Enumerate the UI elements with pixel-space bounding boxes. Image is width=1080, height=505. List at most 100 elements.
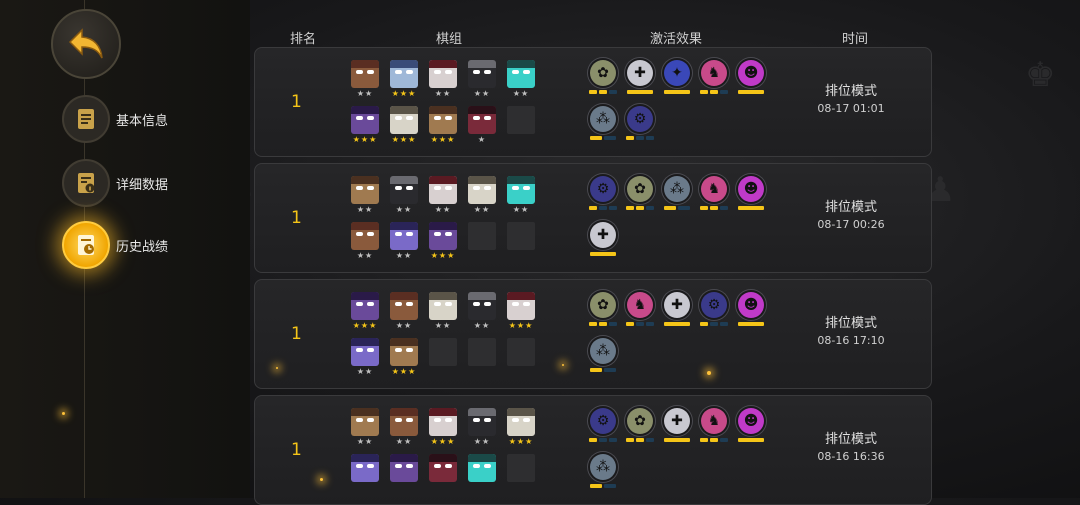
chief-unit-icon[interactable]: ★★ (351, 60, 379, 98)
synergy-level-bars (735, 322, 767, 326)
claw-synergy[interactable]: ⁂ (587, 338, 619, 376)
match-record-card[interactable]: 1 ★★ ★★★ ★★ ★★ ★★ ★★★ ★★★ ★★★ ★ ✿ ✚ ✦ ♞ … (254, 47, 932, 157)
monk-unit-icon[interactable]: ★★★ (507, 408, 535, 446)
synergy-level-bars (661, 438, 693, 442)
claw-synergy[interactable]: ⁂ (661, 176, 693, 214)
cross-synergy[interactable]: ✚ (624, 60, 656, 98)
synergy-level-bars (735, 206, 767, 210)
rank-value: 1 (291, 440, 302, 460)
back-button[interactable] (51, 9, 121, 79)
paw-synergy[interactable]: ✿ (587, 292, 619, 330)
monk-unit-icon[interactable]: ★★★ (390, 106, 418, 144)
star-rating: ★★ (395, 205, 413, 214)
ninja-unit-icon[interactable]: ★★ (468, 408, 496, 446)
bat-unit-icon[interactable]: ★★★ (351, 292, 379, 330)
rank-value: 1 (291, 324, 302, 344)
claw-synergy[interactable]: ⁂ (587, 106, 619, 144)
rank-value: 1 (291, 208, 302, 228)
vampire-unit-icon[interactable]: ★★ (429, 60, 457, 98)
wings-synergy[interactable]: ✦ (661, 60, 693, 98)
cyber-unit-icon[interactable]: ★★ (507, 60, 535, 98)
synergy-level-bars (661, 322, 693, 326)
synergy-level-bars (698, 438, 730, 442)
monk-unit-icon[interactable]: ★★ (429, 292, 457, 330)
knight-synergy[interactable]: ♞ (624, 292, 656, 330)
vampire-unit-icon[interactable]: ★★★ (429, 408, 457, 446)
monk-unit-icon[interactable]: ★★ (468, 176, 496, 214)
golem-unit-icon[interactable] (351, 454, 379, 492)
paw-synergy[interactable]: ✿ (587, 60, 619, 98)
synergy-level-bars (735, 438, 767, 442)
sidebar-item-detailed-data[interactable]: 详细数据 (62, 159, 168, 207)
star-rating: ★★★ (508, 437, 534, 446)
match-record-card[interactable]: 1 ★★ ★★ ★★ ★★ ★★ ★★ ★★ ★★★ ⚙ ✿ ⁂ ♞ ☻ ✚ 排… (254, 163, 932, 273)
demon-unit-icon[interactable] (429, 454, 457, 492)
cross-synergy[interactable]: ✚ (661, 408, 693, 446)
empty-unit-slot (507, 222, 535, 260)
star-rating: ★★ (395, 437, 413, 446)
synergy-level-bars (698, 206, 730, 210)
bat-unit-icon[interactable]: ★★★ (429, 222, 457, 260)
star-rating: ★★ (395, 251, 413, 260)
machine-synergy[interactable]: ⚙ (587, 408, 619, 446)
cyber-unit-icon[interactable] (468, 454, 496, 492)
star-rating: ★★★ (430, 437, 456, 446)
cross-synergy[interactable]: ✚ (587, 222, 619, 260)
empty-unit-slot (468, 338, 496, 376)
ninja-unit-icon[interactable]: ★★ (468, 60, 496, 98)
machine-synergy[interactable]: ⚙ (698, 292, 730, 330)
synergy-level-bars (587, 90, 619, 94)
sidebar-item-label: 详细数据 (116, 177, 169, 193)
demon-synergy[interactable]: ☻ (735, 408, 767, 446)
synergy-level-bars (587, 206, 619, 210)
demon-icon: ☻ (738, 408, 764, 434)
claw-synergy[interactable]: ⁂ (587, 454, 619, 492)
vampire-unit-icon[interactable]: ★★ (429, 176, 457, 214)
demon-unit-icon[interactable]: ★ (468, 106, 496, 144)
knight-synergy[interactable]: ♞ (698, 176, 730, 214)
chief-unit-icon[interactable]: ★★ (351, 222, 379, 260)
star-rating: ★★★ (391, 367, 417, 376)
sentinel-unit-icon[interactable]: ★★★ (390, 338, 418, 376)
game-mode: 排位模式 (824, 432, 877, 447)
knight-synergy[interactable]: ♞ (698, 408, 730, 446)
chief-unit-icon[interactable]: ★★ (390, 292, 418, 330)
cross-synergy[interactable]: ✚ (661, 292, 693, 330)
cross-icon: ✚ (627, 60, 653, 86)
machine-icon: ⚙ (590, 408, 616, 434)
bat-unit-icon[interactable]: ★★★ (351, 106, 379, 144)
vampire-unit-icon[interactable]: ★★★ (507, 292, 535, 330)
cyber-unit-icon[interactable]: ★★ (507, 176, 535, 214)
star-rating: ★★★ (430, 135, 456, 144)
synergy-level-bars (624, 438, 656, 442)
match-record-card[interactable]: 1 ★★ ★★ ★★★ ★★ ★★★ ⚙ ✿ ✚ ♞ ☻ ⁂ 排位模式 08-1… (254, 395, 932, 505)
machine-synergy[interactable]: ⚙ (587, 176, 619, 214)
demon-synergy[interactable]: ☻ (735, 60, 767, 98)
sentinel-unit-icon[interactable]: ★★ (351, 408, 379, 446)
wings-icon: ✦ (664, 60, 690, 86)
star-rating: ★★ (434, 321, 452, 330)
machine-synergy[interactable]: ⚙ (624, 106, 656, 144)
sidebar-item-basic-info[interactable]: 基本信息 (62, 95, 168, 143)
golem-unit-icon[interactable]: ★★ (390, 222, 418, 260)
paw-synergy[interactable]: ✿ (624, 408, 656, 446)
paw-synergy[interactable]: ✿ (624, 176, 656, 214)
bat-unit-icon[interactable] (390, 454, 418, 492)
sidebar-item-history[interactable]: 历史战绩 (62, 221, 168, 269)
sentinel-unit-icon[interactable]: ★★ (351, 176, 379, 214)
synergy-level-bars (587, 322, 619, 326)
demon-synergy[interactable]: ☻ (735, 292, 767, 330)
cross-icon: ✚ (664, 292, 690, 318)
sentinel-unit-icon[interactable]: ★★★ (429, 106, 457, 144)
ninja-unit-icon[interactable]: ★★ (468, 292, 496, 330)
chief-unit-icon[interactable]: ★★ (390, 408, 418, 446)
star-rating: ★★ (356, 367, 374, 376)
demon-synergy[interactable]: ☻ (735, 176, 767, 214)
robot-unit-icon[interactable]: ★★★ (390, 60, 418, 98)
ninja-unit-icon[interactable]: ★★ (390, 176, 418, 214)
rank-value: 1 (291, 92, 302, 112)
golem-unit-icon[interactable]: ★★ (351, 338, 379, 376)
synergy-level-bars (698, 90, 730, 94)
knight-synergy[interactable]: ♞ (698, 60, 730, 98)
match-record-card[interactable]: 1 ★★★ ★★ ★★ ★★ ★★★ ★★ ★★★ ✿ ♞ ✚ ⚙ ☻ ⁂ 排位… (254, 279, 932, 389)
